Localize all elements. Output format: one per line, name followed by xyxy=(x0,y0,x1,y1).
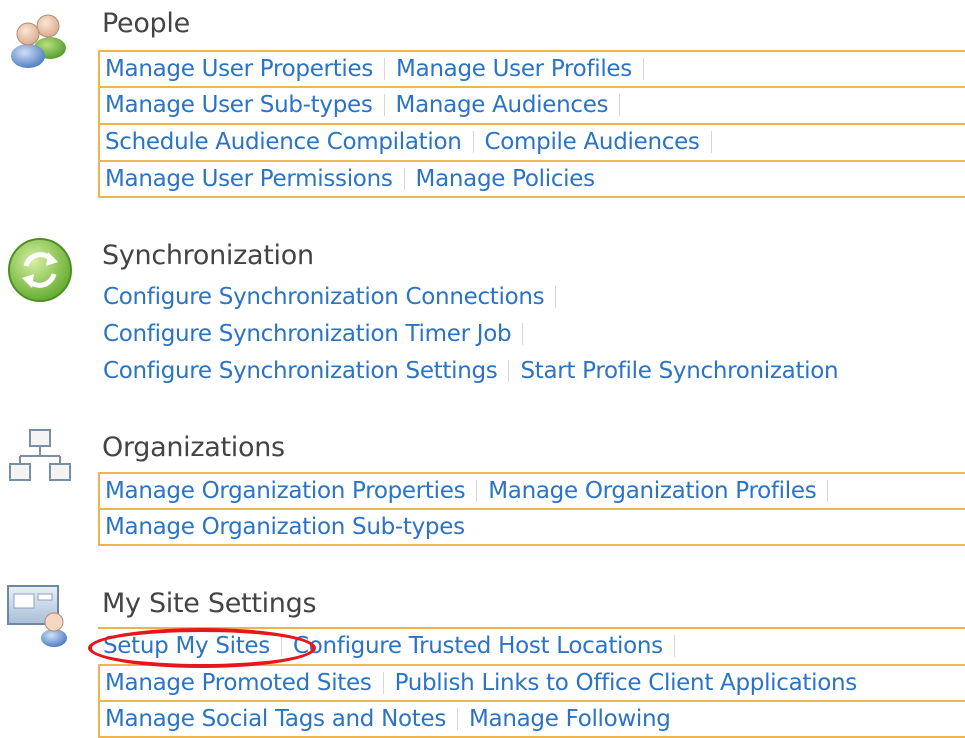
link-separator xyxy=(522,323,524,345)
link-configure-sync-connections[interactable]: Configure Synchronization Connections xyxy=(103,284,545,310)
link-separator xyxy=(619,94,621,116)
link-row: Setup My Sites Configure Trusted Host Loc… xyxy=(98,627,965,664)
link-row: Configure Synchronization Settings Start … xyxy=(98,354,965,391)
link-row: Manage Social Tags and Notes Manage Follo… xyxy=(98,701,965,738)
link-separator xyxy=(384,58,386,80)
link-manage-promoted-sites[interactable]: Manage Promoted Sites xyxy=(105,670,372,696)
sync-icon xyxy=(4,236,76,308)
section-title: Organizations xyxy=(102,432,285,463)
link-separator xyxy=(457,708,459,730)
link-separator xyxy=(710,131,712,153)
link-row: Schedule Audience Compilation Compile Aud… xyxy=(98,124,965,161)
link-row: Manage User Permissions Manage Policies xyxy=(98,161,965,198)
people-icon xyxy=(4,4,76,76)
section-title: People xyxy=(102,8,190,39)
link-row: Manage User Sub-types Manage Audiences xyxy=(98,87,965,124)
link-setup-my-sites[interactable]: Setup My Sites xyxy=(103,633,270,659)
link-separator xyxy=(382,672,384,694)
people-link-rows: Manage User Properties Manage User Profil… xyxy=(98,50,965,198)
org-chart-icon xyxy=(4,426,76,498)
org-link-rows: Manage Organization Properties Manage Org… xyxy=(98,472,965,546)
link-manage-following[interactable]: Manage Following xyxy=(469,706,671,732)
link-separator xyxy=(827,480,829,502)
link-separator xyxy=(280,635,282,657)
link-row: Manage User Properties Manage User Profil… xyxy=(98,50,965,87)
link-publish-links-office-client[interactable]: Publish Links to Office Client Applicati… xyxy=(395,670,858,696)
link-row: Configure Synchronization Timer Job xyxy=(98,317,965,354)
link-compile-audiences[interactable]: Compile Audiences xyxy=(485,129,700,155)
link-separator xyxy=(476,480,478,502)
link-manage-user-sub-types[interactable]: Manage User Sub-types xyxy=(105,92,373,118)
link-row: Manage Promoted Sites Publish Links to Of… xyxy=(98,664,965,701)
link-manage-org-profiles[interactable]: Manage Organization Profiles xyxy=(488,478,816,504)
link-row: Manage Organization Properties Manage Org… xyxy=(98,472,965,509)
link-manage-user-profiles[interactable]: Manage User Profiles xyxy=(396,56,632,82)
link-separator xyxy=(472,131,474,153)
link-separator xyxy=(403,168,405,190)
link-configure-trusted-host-locations[interactable]: Configure Trusted Host Locations xyxy=(293,633,663,659)
my-site-icon xyxy=(4,580,76,652)
link-row: Configure Synchronization Connections xyxy=(98,280,965,317)
link-manage-policies[interactable]: Manage Policies xyxy=(416,166,596,192)
link-manage-org-sub-types[interactable]: Manage Organization Sub-types xyxy=(105,514,465,540)
link-configure-sync-settings[interactable]: Configure Synchronization Settings xyxy=(103,358,498,384)
link-row: Manage Organization Sub-types xyxy=(98,509,965,546)
link-start-profile-sync[interactable]: Start Profile Synchronization xyxy=(520,358,838,384)
sync-link-rows: Configure Synchronization Connections Co… xyxy=(98,280,965,391)
link-manage-audiences[interactable]: Manage Audiences xyxy=(396,92,609,118)
link-separator xyxy=(642,58,644,80)
link-separator xyxy=(555,286,557,308)
link-configure-sync-timer-job[interactable]: Configure Synchronization Timer Job xyxy=(103,321,512,347)
link-separator xyxy=(383,94,385,116)
link-manage-user-permissions[interactable]: Manage User Permissions xyxy=(105,166,393,192)
link-separator xyxy=(673,635,675,657)
section-title: Synchronization xyxy=(102,240,314,271)
link-separator xyxy=(508,360,510,382)
link-manage-org-properties[interactable]: Manage Organization Properties xyxy=(105,478,466,504)
section-title: My Site Settings xyxy=(102,588,317,619)
link-schedule-audience-compilation[interactable]: Schedule Audience Compilation xyxy=(105,129,462,155)
link-manage-user-properties[interactable]: Manage User Properties xyxy=(105,56,373,82)
link-manage-social-tags-notes[interactable]: Manage Social Tags and Notes xyxy=(105,706,446,732)
mysite-link-rows: Setup My Sites Configure Trusted Host Loc… xyxy=(98,627,965,738)
